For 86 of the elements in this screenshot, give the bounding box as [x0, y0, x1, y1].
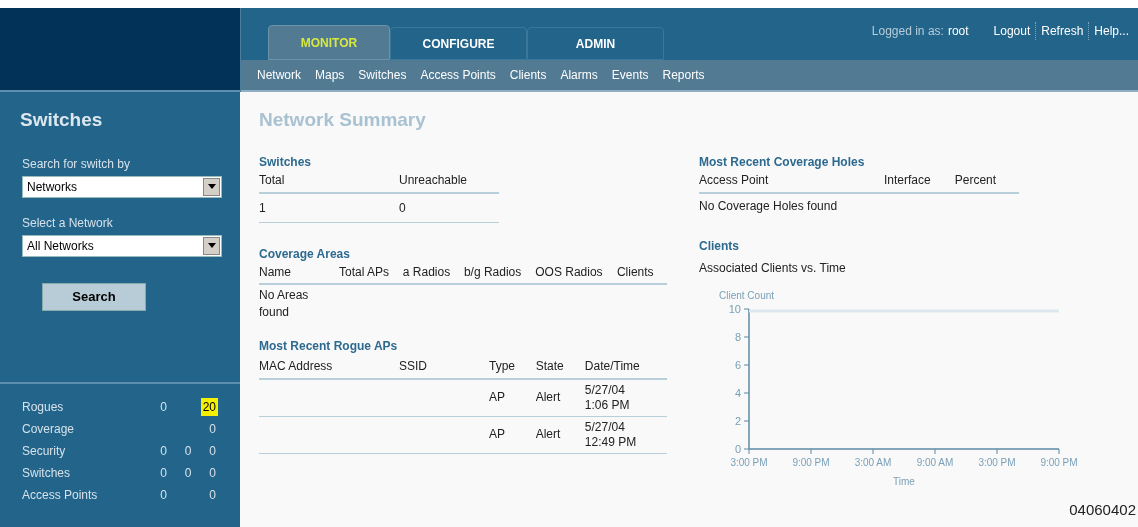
column-header: Date/Time: [584, 356, 667, 379]
y-tick-label: 0: [734, 442, 741, 455]
field-label: Select a Network: [22, 214, 114, 232]
x-tick-label: 3:00 PM: [730, 456, 768, 468]
stat-count[interactable]: 0: [158, 464, 169, 482]
y-axis-label: Client Count: [719, 289, 775, 301]
stat-count[interactable]: 0: [207, 420, 218, 438]
column-header: Access Point: [699, 170, 884, 193]
column-header: Name: [259, 264, 339, 284]
x-tick-label: 9:00 AM: [916, 456, 954, 468]
table-cell: 5/27/04 12:49 PM: [584, 419, 637, 450]
table-cell-text: 5/27/04 1:06 PM: [584, 382, 631, 413]
login-label: Logged in as:: [871, 23, 944, 40]
y-tick-label: 6: [734, 358, 741, 371]
header-link[interactable]: Refresh: [1035, 22, 1089, 40]
sub-nav-link[interactable]: Reports: [662, 66, 705, 84]
chart-title: Associated Clients vs. Time: [699, 259, 847, 277]
y-tick-label: 8: [734, 330, 741, 343]
stat-count[interactable]: 20: [200, 398, 218, 416]
stat-count[interactable]: 0: [158, 442, 169, 460]
column-header: State: [535, 356, 585, 379]
sub-nav-link[interactable]: Switches: [358, 66, 407, 84]
table-cell: 0: [399, 192, 499, 222]
stat-count[interactable]: 0: [182, 464, 194, 482]
column-header: Interface: [884, 170, 955, 193]
search-by-select[interactable]: Networks: [22, 175, 222, 198]
column-header: Unreachable: [399, 170, 499, 193]
header-link[interactable]: Help...: [1088, 22, 1134, 40]
section-title: Coverage Areas: [259, 245, 351, 263]
y-tick-label: 10: [728, 302, 741, 315]
stat-count[interactable]: 0: [182, 442, 194, 460]
stat-label[interactable]: Switches: [22, 464, 145, 482]
column-header: Total: [259, 170, 399, 193]
figure-number: 04060402: [1069, 499, 1136, 520]
y-tick-label: 4: [734, 386, 741, 399]
x-tick-label: 9:00 PM: [1040, 456, 1078, 468]
stat-label[interactable]: Access Points: [22, 486, 145, 504]
sidebar-title: Switches: [20, 108, 104, 132]
column-header: Percent: [954, 170, 1019, 193]
stat-label[interactable]: Rogues: [22, 398, 145, 416]
header-link[interactable]: Logout: [988, 22, 1036, 40]
stat-label[interactable]: Security: [22, 442, 145, 460]
sub-nav-link[interactable]: Alarms: [560, 66, 598, 84]
section-title: Switches: [259, 153, 313, 171]
column-header: MAC Address: [259, 356, 399, 379]
column-header: Clients: [616, 264, 667, 284]
search-button[interactable]: Search: [42, 282, 146, 311]
table-cell: AP: [489, 390, 505, 404]
sub-nav-link[interactable]: Clients: [509, 66, 547, 84]
sub-nav-link[interactable]: Access Points: [420, 66, 496, 84]
nav-tab[interactable]: CONFIGURE: [390, 27, 527, 60]
column-header: a Radios: [402, 264, 464, 284]
y-tick-label: 2: [734, 414, 741, 427]
table-cell: 1: [259, 192, 399, 222]
field-label: Search for switch by: [22, 155, 132, 173]
column-header: OOS Radios: [535, 264, 617, 284]
x-axis-label: Time: [893, 475, 915, 487]
stat-count[interactable]: 0: [158, 398, 169, 416]
stat-count[interactable]: 0: [207, 442, 218, 460]
x-tick-label: 3:00 AM: [854, 456, 892, 468]
column-header: b/g Radios: [463, 264, 536, 284]
stat-count[interactable]: 0: [158, 486, 169, 504]
section-title: Most Recent Coverage Holes: [699, 153, 866, 171]
x-tick-label: 9:00 PM: [792, 456, 830, 468]
stat-label[interactable]: Coverage: [22, 420, 145, 438]
sub-nav-link[interactable]: Maps: [315, 66, 345, 84]
nav-tab[interactable]: ADMIN: [527, 27, 664, 60]
stat-count[interactable]: 0: [207, 464, 218, 482]
x-tick-label: 3:00 PM: [978, 456, 1016, 468]
sub-nav-link[interactable]: Network: [257, 66, 301, 84]
empty-message: No Areas found: [259, 286, 310, 321]
table-cell: Alert: [535, 427, 561, 441]
column-header: SSID: [399, 356, 489, 379]
section-title: Clients: [699, 237, 740, 255]
column-header: Total APs: [339, 264, 403, 284]
section-title: Most Recent Rogue APs: [259, 337, 399, 355]
stat-count[interactable]: 0: [207, 486, 218, 504]
table-cell: AP: [489, 427, 505, 441]
empty-message: No Coverage Holes found: [699, 197, 839, 215]
nav-tab[interactable]: MONITOR: [268, 25, 390, 60]
page-title: Network Summary: [259, 108, 427, 132]
column-header: Type: [489, 356, 536, 379]
table-cell: Alert: [535, 390, 561, 404]
sub-nav-link[interactable]: Events: [611, 66, 649, 84]
network-select[interactable]: All Networks: [22, 234, 222, 257]
user-name: root: [947, 23, 969, 40]
